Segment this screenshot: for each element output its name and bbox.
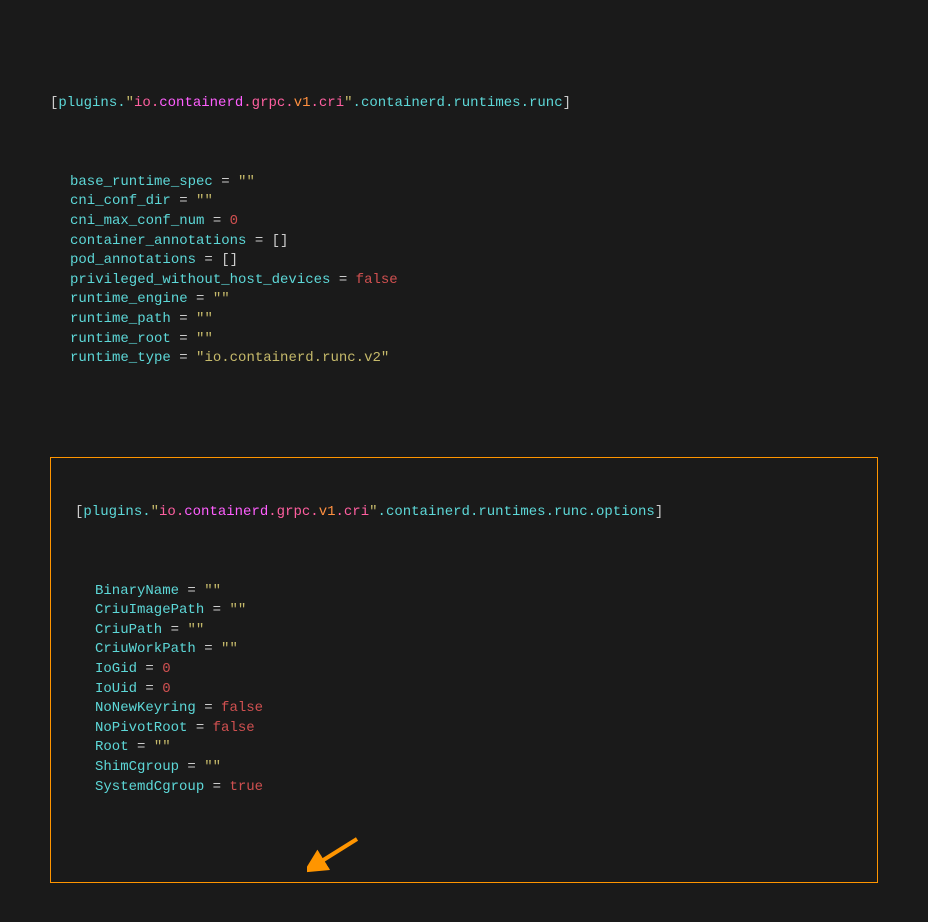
config-line: runtime_engine = "" <box>50 290 878 310</box>
equals-sign: = <box>213 174 238 190</box>
config-line: NoNewKeyring = false <box>55 699 873 719</box>
equals-sign: = <box>171 350 196 366</box>
section1-lines: base_runtime_spec = ""cni_conf_dir = ""c… <box>50 173 878 369</box>
config-line: ShimCgroup = "" <box>55 758 873 778</box>
config-key: NoNewKeyring <box>95 700 196 716</box>
config-key: CriuPath <box>95 622 162 638</box>
config-line: base_runtime_spec = "" <box>50 173 878 193</box>
config-value: 0 <box>230 213 238 229</box>
bracket-close: ] <box>563 95 571 111</box>
config-key: IoGid <box>95 661 137 677</box>
config-line: BinaryName = "" <box>55 582 873 602</box>
token-plugins: plugins <box>58 95 117 111</box>
config-value: "io.containerd.runc.v2" <box>196 350 389 366</box>
equals-sign: = <box>137 661 162 677</box>
config-key: NoPivotRoot <box>95 720 187 736</box>
equals-sign: = <box>188 291 213 307</box>
equals-sign: = <box>179 583 204 599</box>
config-line: runtime_root = "" <box>50 330 878 350</box>
config-line: CriuImagePath = "" <box>55 601 873 621</box>
config-line: SystemdCgroup = true <box>55 778 873 798</box>
config-key: IoUid <box>95 681 137 697</box>
config-key: cni_max_conf_num <box>70 213 204 229</box>
config-value: false <box>221 700 263 716</box>
equals-sign: = <box>196 252 221 268</box>
equals-sign: = <box>204 779 229 795</box>
config-line: IoUid = 0 <box>55 680 873 700</box>
config-key: CriuWorkPath <box>95 641 196 657</box>
config-line: cni_max_conf_num = 0 <box>50 212 878 232</box>
config-key: runtime_type <box>70 350 171 366</box>
config-value: "" <box>213 291 230 307</box>
config-value: "" <box>229 602 246 618</box>
config-value: 0 <box>162 681 170 697</box>
equals-sign: = <box>187 720 212 736</box>
equals-sign: = <box>204 602 229 618</box>
config-key: Root <box>95 739 129 755</box>
config-value: "" <box>196 193 213 209</box>
config-line: Root = "" <box>55 738 873 758</box>
equals-sign: = <box>162 622 187 638</box>
config-value: "" <box>187 622 204 638</box>
equals-sign: = <box>196 641 221 657</box>
config-value: [] <box>272 233 289 249</box>
config-line: privileged_without_host_devices = false <box>50 271 878 291</box>
equals-sign: = <box>137 681 162 697</box>
config-key: BinaryName <box>95 583 179 599</box>
equals-sign: = <box>179 759 204 775</box>
section-header-runc: [plugins."io.containerd.grpc.v1.cri".con… <box>50 94 878 114</box>
config-value: "" <box>221 641 238 657</box>
config-line: runtime_path = "" <box>50 310 878 330</box>
config-line: container_annotations = [] <box>50 232 878 252</box>
config-key: CriuImagePath <box>95 602 204 618</box>
config-value: false <box>213 720 255 736</box>
config-line: cni_conf_dir = "" <box>50 192 878 212</box>
config-value: "" <box>196 311 213 327</box>
equals-sign: = <box>171 311 196 327</box>
config-key: ShimCgroup <box>95 759 179 775</box>
config-value: "" <box>204 759 221 775</box>
arrow-icon <box>307 834 367 874</box>
config-key: container_annotations <box>70 233 246 249</box>
config-line: CriuWorkPath = "" <box>55 640 873 660</box>
config-value: "" <box>196 331 213 347</box>
config-key: SystemdCgroup <box>95 779 204 795</box>
section2-lines: BinaryName = ""CriuImagePath = ""CriuPat… <box>55 582 873 798</box>
config-line: IoGid = 0 <box>55 660 873 680</box>
config-key: runtime_path <box>70 311 171 327</box>
config-key: pod_annotations <box>70 252 196 268</box>
config-value: "" <box>154 739 171 755</box>
config-key: cni_conf_dir <box>70 193 171 209</box>
config-line: CriuPath = "" <box>55 621 873 641</box>
highlight-box: [plugins."io.containerd.grpc.v1.cri".con… <box>50 457 878 882</box>
equals-sign: = <box>204 213 229 229</box>
config-value: false <box>356 272 398 288</box>
config-value: [] <box>221 252 238 268</box>
equals-sign: = <box>246 233 271 249</box>
equals-sign: = <box>330 272 355 288</box>
config-line: pod_annotations = [] <box>50 251 878 271</box>
config-key: runtime_root <box>70 331 171 347</box>
equals-sign: = <box>129 739 154 755</box>
config-value: true <box>229 779 263 795</box>
config-value: "" <box>238 174 255 190</box>
equals-sign: = <box>171 193 196 209</box>
config-value: 0 <box>162 661 170 677</box>
config-line: NoPivotRoot = false <box>55 719 873 739</box>
config-line: runtime_type = "io.containerd.runc.v2" <box>50 349 878 369</box>
equals-sign: = <box>171 331 196 347</box>
config-key: runtime_engine <box>70 291 188 307</box>
toml-config-block: [plugins."io.containerd.grpc.v1.cri".con… <box>50 16 878 922</box>
equals-sign: = <box>196 700 221 716</box>
config-key: privileged_without_host_devices <box>70 272 330 288</box>
config-key: base_runtime_spec <box>70 174 213 190</box>
section-header-runc-options: [plugins."io.containerd.grpc.v1.cri".con… <box>55 503 873 523</box>
config-value: "" <box>204 583 221 599</box>
